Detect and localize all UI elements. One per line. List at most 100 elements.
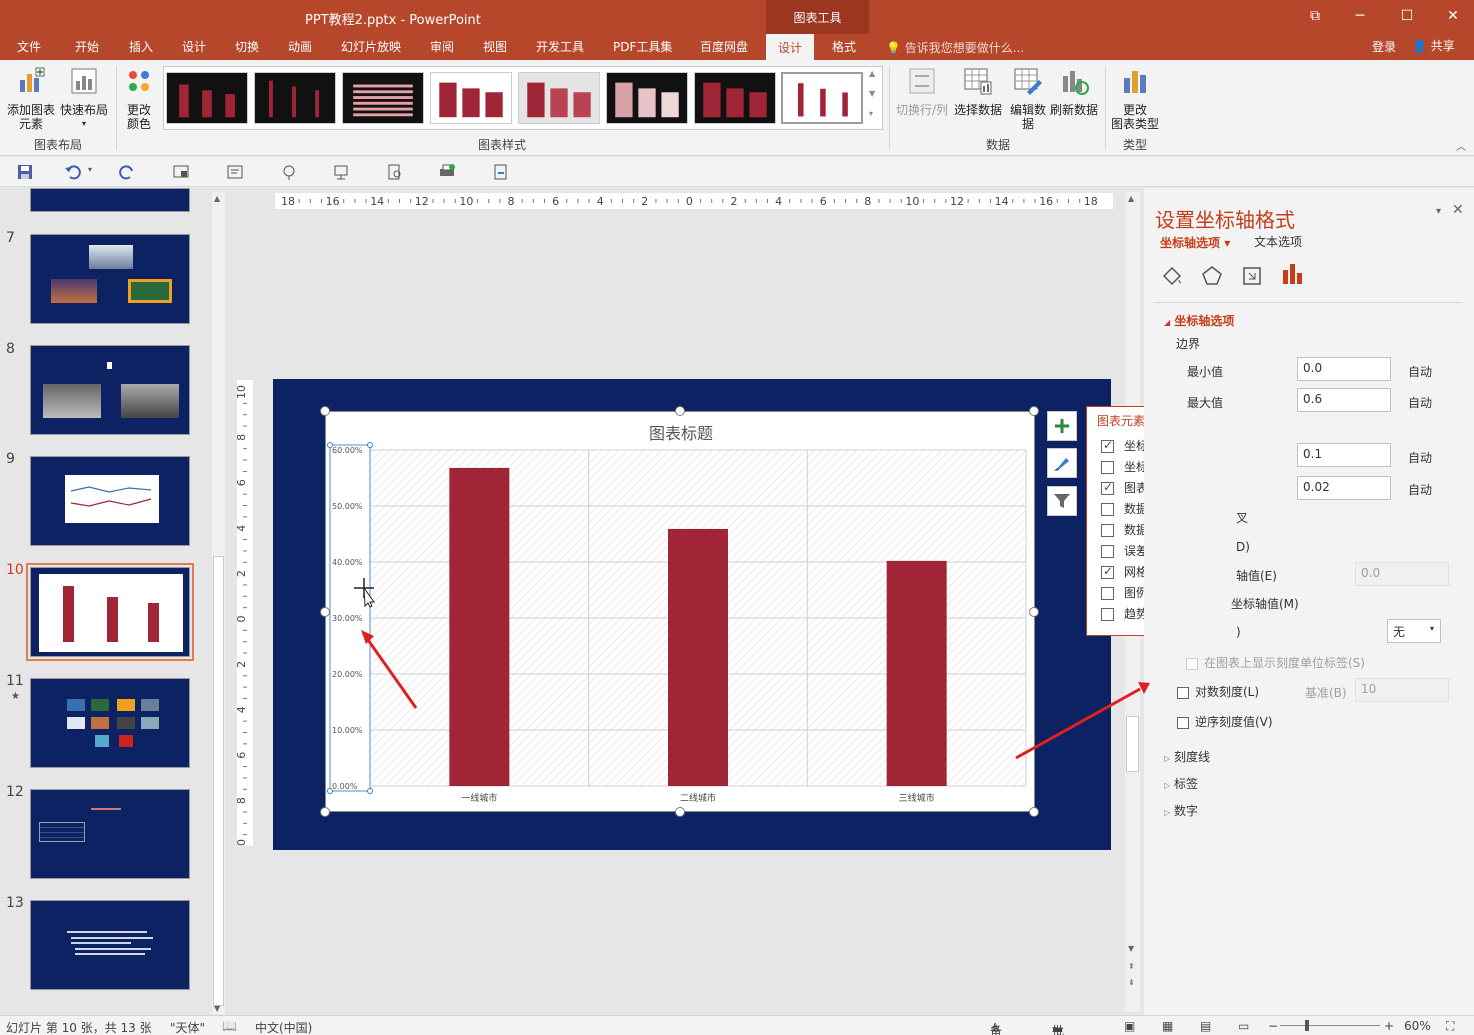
present-online-icon[interactable]	[332, 163, 350, 181]
slide-thumbnail-7[interactable]	[30, 234, 190, 324]
print-preview-icon[interactable]	[386, 163, 404, 181]
tab-developer[interactable]: 开发工具	[536, 38, 584, 55]
add-chart-element-button[interactable]: 添加图表 元素	[5, 66, 57, 131]
previous-slide-arrow[interactable]: ⇞	[1128, 962, 1135, 971]
tab-chart-design[interactable]: 设计	[766, 34, 815, 60]
export-pdf-icon[interactable]	[492, 163, 510, 181]
min-auto-button[interactable]: 自动	[1408, 363, 1432, 380]
tab-view[interactable]: 视图	[483, 38, 507, 55]
tab-axis-options[interactable]: 坐标轴选项 ▾	[1160, 234, 1230, 251]
reverse-order-checkbox[interactable]: 逆序刻度值(V)	[1177, 713, 1273, 730]
select-data-button[interactable]: 选择数据	[953, 66, 1003, 117]
zoom-slider-track[interactable]	[1280, 1025, 1380, 1026]
collapse-ribbon-icon[interactable]: ︿	[1456, 138, 1466, 153]
resize-handle[interactable]	[675, 406, 685, 416]
slide-thumbnail-11[interactable]	[30, 678, 190, 768]
checkbox-unchecked[interactable]	[1101, 503, 1114, 516]
minor-unit-input[interactable]: 0.02	[1297, 476, 1391, 500]
chart-style-1[interactable]	[166, 72, 248, 124]
tab-text-options[interactable]: 文本选项	[1254, 233, 1302, 250]
bar-3[interactable]	[886, 560, 947, 786]
spellcheck-icon[interactable]: 📖	[222, 1019, 237, 1033]
quick-print-icon[interactable]	[438, 163, 456, 181]
normal-view-icon[interactable]: ▣	[1124, 1019, 1135, 1033]
pane-options-dropdown-icon[interactable]: ▾	[1436, 206, 1441, 217]
bar-2[interactable]	[668, 528, 728, 786]
login-link[interactable]: 登录	[1372, 38, 1396, 55]
checkbox-checked[interactable]	[1101, 564, 1114, 579]
from-beginning-icon[interactable]	[172, 163, 190, 181]
resize-handle[interactable]	[320, 406, 330, 416]
minor-auto-button[interactable]: 自动	[1408, 481, 1432, 498]
log-scale-checkbox[interactable]: 对数刻度(L)	[1177, 683, 1259, 700]
chart-style-8[interactable]	[781, 72, 863, 124]
chart-style-4[interactable]	[430, 72, 512, 124]
scroll-thumb[interactable]	[213, 556, 224, 1006]
gallery-scroll-down[interactable]: ▼	[869, 89, 875, 98]
bar-1[interactable]	[449, 467, 510, 786]
gallery-scroll-up[interactable]: ▲	[869, 69, 875, 78]
chart-style-2[interactable]	[254, 72, 336, 124]
slide-sorter-icon[interactable]: ▦	[1162, 1019, 1173, 1033]
chart-style-7[interactable]	[694, 72, 776, 124]
min-bound-input[interactable]: 0.0	[1297, 357, 1391, 381]
quick-layout-button[interactable]: 快速布局 ▾	[58, 66, 110, 131]
axis-value-input[interactable]: 0.0	[1355, 562, 1449, 586]
chart-object[interactable]: 图表标题 0.00% 10.00% 20.00% 30.00% 40.00% 50.00%…	[325, 411, 1035, 812]
zoom-level[interactable]: 60%	[1404, 1019, 1431, 1033]
section-number[interactable]: ▷ 数字	[1164, 802, 1198, 819]
max-bound-input[interactable]: 0.6	[1297, 388, 1391, 412]
size-properties-icon[interactable]	[1240, 264, 1264, 288]
chart-elements-button[interactable]	[1047, 411, 1077, 441]
scroll-down-arrow[interactable]: ▼	[1128, 944, 1134, 953]
axis-selection-handle[interactable]	[367, 788, 373, 794]
pane-close-icon[interactable]: ✕	[1452, 202, 1464, 218]
resize-handle[interactable]	[675, 807, 685, 817]
thumbnail-scrollbar[interactable]: ▲ ▼	[212, 192, 225, 1014]
chart-styles-button[interactable]	[1047, 448, 1077, 478]
tab-slideshow[interactable]: 幻灯片放映	[341, 38, 401, 55]
tab-chart-format[interactable]: 格式	[832, 38, 856, 55]
refresh-data-button[interactable]: 刷新数据	[1049, 66, 1099, 117]
reading-view-icon[interactable]: ▤	[1200, 1019, 1211, 1033]
zoom-in-button[interactable]: +	[1384, 1019, 1394, 1033]
tab-review[interactable]: 审阅	[430, 38, 454, 55]
tell-me-search[interactable]: 💡 告诉我您想要做什么...	[886, 39, 1024, 56]
chart-style-3[interactable]	[342, 72, 424, 124]
section-labels[interactable]: ▷ 标签	[1164, 775, 1198, 792]
undo-icon[interactable]	[64, 163, 82, 181]
share-button[interactable]: 👤 共享	[1412, 37, 1455, 54]
checkbox-checked[interactable]	[1101, 480, 1114, 495]
max-auto-button[interactable]: 自动	[1408, 394, 1432, 411]
maximize-button[interactable]: ☐	[1392, 5, 1422, 27]
slide-thumbnail-12[interactable]	[30, 789, 190, 879]
axis-selection-handle[interactable]	[367, 442, 373, 448]
tab-transitions[interactable]: 切换	[235, 38, 259, 55]
checkbox-unchecked[interactable]	[1101, 587, 1114, 600]
checkbox-unchecked[interactable]	[1101, 545, 1114, 558]
slide-thumbnail-13[interactable]	[30, 900, 190, 990]
resize-handle[interactable]	[320, 607, 330, 617]
resize-handle[interactable]	[320, 807, 330, 817]
tab-pdf-tools[interactable]: PDF工具集	[613, 38, 672, 55]
axis-selection-handle[interactable]	[327, 442, 333, 448]
save-icon[interactable]	[16, 163, 34, 181]
checkbox-checked[interactable]	[1101, 438, 1114, 453]
tab-file[interactable]: 文件	[17, 38, 41, 55]
undo-dropdown-icon[interactable]: ▾	[88, 165, 92, 174]
axis-options-icon[interactable]	[1280, 262, 1304, 288]
scroll-thumb[interactable]	[1126, 716, 1139, 772]
change-colors-button[interactable]: 更改 颜色	[119, 66, 159, 131]
resize-handle[interactable]	[1029, 607, 1039, 617]
slide-thumbnail-partial[interactable]	[30, 188, 190, 212]
major-auto-button[interactable]: 自动	[1408, 449, 1432, 466]
slideshow-view-icon[interactable]: ▭	[1238, 1019, 1249, 1033]
switch-row-column-button[interactable]: 切换行/列	[895, 66, 949, 117]
close-button[interactable]: ✕	[1438, 5, 1468, 27]
ribbon-display-icon[interactable]: ⧉	[1300, 5, 1330, 27]
scroll-up-arrow[interactable]: ▲	[214, 194, 220, 203]
minimize-button[interactable]: ─	[1345, 5, 1375, 27]
fill-line-icon[interactable]	[1160, 264, 1184, 288]
chart-element-option[interactable]: 图例	[1101, 584, 1148, 601]
tab-baidu-netdisk[interactable]: 百度网盘	[700, 38, 748, 55]
